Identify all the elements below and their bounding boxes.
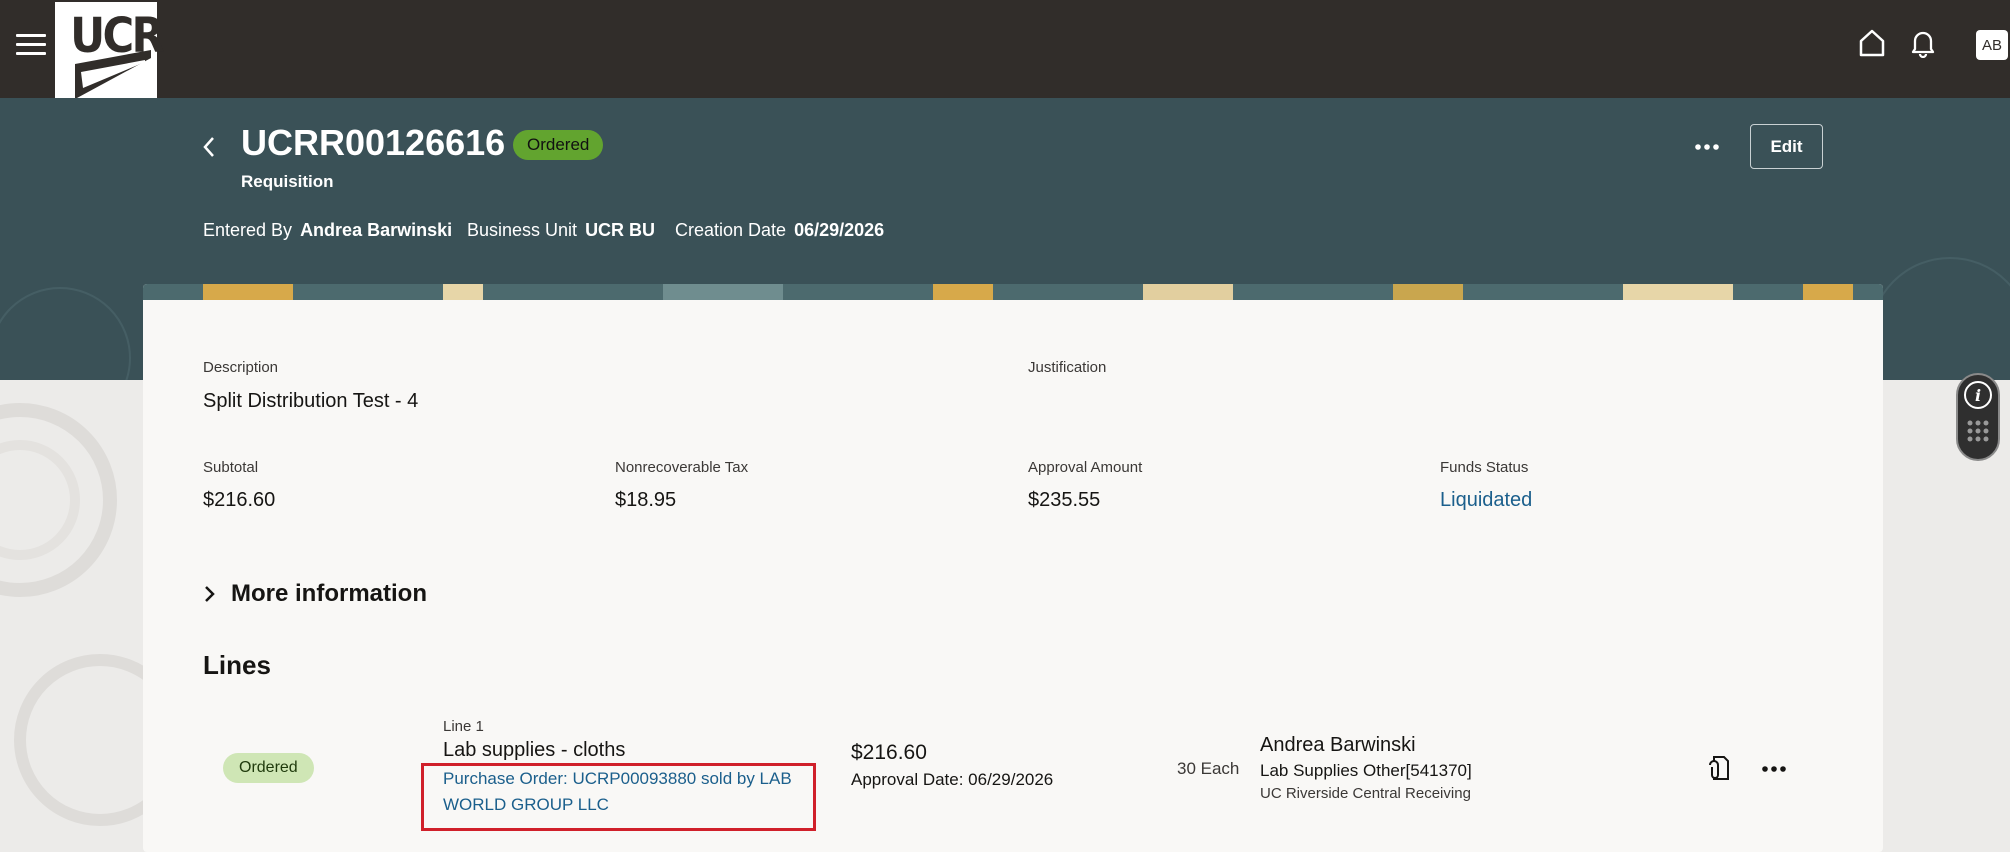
line-status-badge: Ordered [223,753,314,783]
entered-by: Entered By Andrea Barwinski [203,220,452,241]
creation-date: Creation Date 06/29/2026 [675,220,884,241]
entered-by-label: Entered By [203,220,293,240]
approval-amount-label: Approval Amount [1028,459,1143,476]
chevron-right-icon [205,586,215,602]
description-label: Description [203,359,279,376]
more-information-label: More information [231,580,427,607]
line-more-actions-icon[interactable] [1761,765,1787,773]
more-actions-icon[interactable] [1694,143,1720,151]
line-requester: Andrea Barwinski [1260,734,1416,756]
svg-text:i: i [1975,386,1981,405]
bell-icon[interactable] [1910,28,1936,58]
requisition-card: Description Split Distribution Test - 4 … [143,284,1883,852]
business-unit-value: UCR BU [585,220,656,240]
subtotal-label: Subtotal [203,459,259,476]
help-widget[interactable]: i [1956,373,2000,461]
description-value: Split Distribution Test - 4 [203,390,419,412]
tax-label: Nonrecoverable Tax [615,459,749,476]
tax-value: $18.95 [615,489,677,511]
lines-heading: Lines [203,650,271,680]
line-amount: $216.60 [851,741,927,764]
approval-amount-value: $235.55 [1028,489,1101,511]
background-swirl [0,403,186,826]
business-unit: Business Unit UCR BU [467,220,655,241]
status-badge: Ordered [513,130,604,160]
line-number: Line 1 [443,718,484,735]
subtotal-value: $216.60 [203,489,276,511]
edit-button[interactable]: Edit [1750,124,1823,169]
funds-status-label: Funds Status [1440,459,1529,476]
creation-date-value: 06/29/2026 [794,220,885,240]
menu-icon[interactable] [16,34,46,56]
more-information-toggle[interactable]: More information [203,580,427,608]
attachment-document-icon[interactable] [1708,755,1730,781]
requisition-number: UCRR00126616 [241,122,506,163]
page-background-left [0,380,186,852]
funds-status-link[interactable]: Liquidated [1440,489,1532,512]
line-category: Lab Supplies Other[541370] [1260,761,1472,780]
logo-swoosh [75,50,151,98]
back-chevron-icon[interactable] [200,135,218,159]
creation-date-label: Creation Date [675,220,787,240]
page-subtitle: Requisition [241,172,334,191]
card-decorative-strip [143,284,1883,300]
business-unit-label: Business Unit [467,220,578,240]
info-icon: i [1964,381,1992,442]
ucr-logo[interactable]: UCR [55,2,165,99]
line-quantity: 30 Each [1177,759,1240,778]
top-navigation-bar: UCR AB [0,0,2010,99]
home-icon[interactable] [1858,28,1886,58]
line-item-name[interactable]: Lab supplies - cloths [443,739,625,762]
justification-label: Justification [1028,359,1107,376]
highlight-box [421,763,816,831]
line-approval-date: Approval Date: 06/29/2026 [851,770,1054,789]
line-location: UC Riverside Central Receiving [1260,785,1471,802]
entered-by-value: Andrea Barwinski [300,220,453,240]
user-avatar[interactable]: AB [1976,30,2008,60]
